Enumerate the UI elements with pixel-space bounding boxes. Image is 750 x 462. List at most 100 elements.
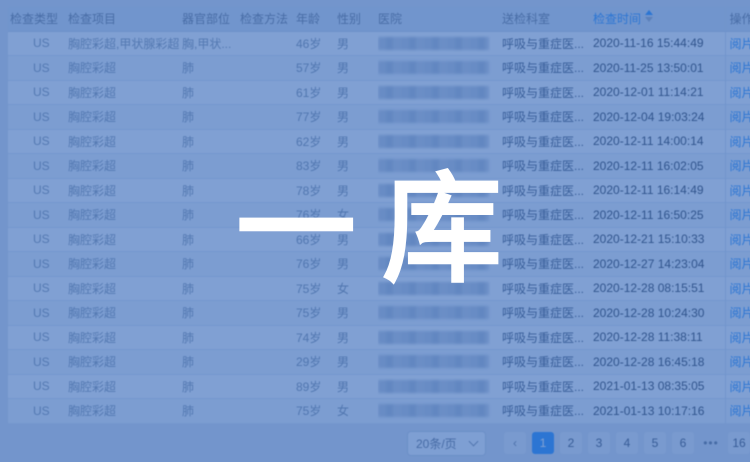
- cell-age: 78岁: [296, 178, 337, 203]
- cell-age: 66岁: [296, 227, 337, 252]
- cell-method: [240, 105, 296, 130]
- pager-page-1[interactable]: 1: [532, 432, 554, 454]
- cell-age: 74岁: [296, 325, 337, 350]
- table-header-row: 检查类型 检查项目 器官部位 检查方法 年龄 性别 医院 送检科室 检查时间 操…: [8, 7, 750, 31]
- view-image-link[interactable]: 阅片: [730, 86, 750, 100]
- table-row[interactable]: US胸腔彩超肺75岁女呼吸与重症医...2020-12-28 08:15:51阅…: [8, 276, 750, 301]
- cell-gender: 男: [337, 301, 378, 326]
- pager-page-16[interactable]: 16: [728, 432, 750, 454]
- cell-method: [240, 227, 296, 252]
- cell-type: US: [8, 252, 68, 277]
- cell-time: 2020-12-11 14:00:14: [593, 129, 725, 154]
- pager-pages: 123456 ••• 16: [532, 432, 750, 454]
- cell-time: 2020-12-28 11:38:11: [593, 325, 725, 350]
- pagination-bar: 20条/页 ‹ 123456 ••• 16: [8, 426, 750, 460]
- cell-hospital: [378, 31, 502, 56]
- table-row[interactable]: US胸腔彩超肺61岁男呼吸与重症医...2020-12-01 11:14:21阅…: [8, 80, 750, 105]
- view-image-link[interactable]: 阅片: [730, 159, 750, 173]
- table-row[interactable]: US胸腔彩超肺75岁女呼吸与重症医...2021-01-13 10:17:16阅…: [8, 399, 750, 424]
- view-image-link[interactable]: 阅片: [730, 380, 750, 394]
- cell-method: [240, 252, 296, 277]
- table-row[interactable]: US胸腔彩超肺75岁男呼吸与重症医...2020-12-28 10:24:30阅…: [8, 301, 750, 326]
- table-row[interactable]: US胸腔彩超肺77岁男呼吸与重症医...2020-12-04 19:03:24阅…: [8, 105, 750, 130]
- cell-type: US: [8, 276, 68, 301]
- pager-page-2[interactable]: 2: [560, 432, 582, 454]
- table-body: US胸腔彩超,甲状腺彩超胸,甲状...46岁男呼吸与重症医...2020-11-…: [8, 31, 750, 423]
- cell-gender: 男: [337, 252, 378, 277]
- table-row[interactable]: US胸腔彩超肺89岁男呼吸与重症医...2021-01-13 08:35:05阅…: [8, 374, 750, 399]
- pager-ellipsis[interactable]: •••: [700, 432, 722, 454]
- table-row[interactable]: US胸腔彩超肺76岁男呼吸与重症医...2020-12-27 14:23:04阅…: [8, 252, 750, 277]
- page-size-select[interactable]: 20条/页: [407, 431, 486, 456]
- view-image-link[interactable]: 阅片: [730, 208, 750, 222]
- cell-age: 29岁: [296, 350, 337, 375]
- view-image-link[interactable]: 阅片: [730, 184, 750, 198]
- cell-hospital: [378, 252, 502, 277]
- view-image-link[interactable]: 阅片: [730, 61, 750, 75]
- redacted-hospital-name: [378, 184, 489, 197]
- pager-prev-button[interactable]: ‹: [504, 432, 526, 454]
- view-image-link[interactable]: 阅片: [730, 355, 750, 369]
- cell-method: [240, 374, 296, 399]
- cell-gender: 男: [337, 178, 378, 203]
- table-row[interactable]: US胸腔彩超肺74岁男呼吸与重症医...2020-12-28 11:38:11阅…: [8, 325, 750, 350]
- cell-action: 阅片: [725, 227, 750, 252]
- table-row[interactable]: US胸腔彩超肺57岁男呼吸与重症医...2020-11-25 13:50:01阅…: [8, 56, 750, 81]
- column-header-exam-time[interactable]: 检查时间: [593, 7, 725, 31]
- sort-asc-icon[interactable]: [645, 10, 653, 15]
- table-row[interactable]: US胸腔彩超,甲状腺彩超胸,甲状...46岁男呼吸与重症医...2020-11-…: [8, 31, 750, 56]
- cell-item: 胸腔彩超: [68, 301, 182, 326]
- cell-hospital: [378, 301, 502, 326]
- cell-hospital: [378, 178, 502, 203]
- cell-hospital: [378, 276, 502, 301]
- view-image-link[interactable]: 阅片: [730, 37, 750, 51]
- pager-page-4[interactable]: 4: [616, 432, 638, 454]
- cell-type: US: [8, 56, 68, 81]
- view-image-link[interactable]: 阅片: [730, 404, 750, 418]
- column-header-actions: 操作: [725, 7, 750, 31]
- view-image-link[interactable]: 阅片: [730, 233, 750, 247]
- redacted-hospital-name: [378, 380, 489, 393]
- sort-desc-icon[interactable]: [645, 17, 653, 22]
- cell-action: 阅片: [725, 129, 750, 154]
- view-image-link[interactable]: 阅片: [730, 257, 750, 271]
- table-row[interactable]: US胸腔彩超肺76岁女呼吸与重症医...2020-12-11 16:50:25阅…: [8, 203, 750, 228]
- view-image-link[interactable]: 阅片: [730, 331, 750, 345]
- redacted-hospital-name: [378, 355, 489, 368]
- cell-action: 阅片: [725, 325, 750, 350]
- table-row[interactable]: US胸腔彩超肺66岁男呼吸与重症医...2020-12-21 15:10:33阅…: [8, 227, 750, 252]
- table-row[interactable]: US胸腔彩超肺83岁男呼吸与重症医...2020-12-11 16:02:05阅…: [8, 154, 750, 179]
- table-row[interactable]: US胸腔彩超肺78岁男呼吸与重症医...2020-12-11 16:14:49阅…: [8, 178, 750, 203]
- cell-age: 75岁: [296, 399, 337, 424]
- view-image-link[interactable]: 阅片: [730, 135, 750, 149]
- cell-age: 57岁: [296, 56, 337, 81]
- table-row[interactable]: US胸腔彩超肺62岁男呼吸与重症医...2020-12-11 14:00:14阅…: [8, 129, 750, 154]
- redacted-hospital-name: [378, 61, 489, 74]
- view-image-link[interactable]: 阅片: [730, 282, 750, 296]
- cell-method: [240, 276, 296, 301]
- cell-hospital: [378, 399, 502, 424]
- view-image-link[interactable]: 阅片: [730, 306, 750, 320]
- view-image-link[interactable]: 阅片: [730, 110, 750, 124]
- pager-page-5[interactable]: 5: [644, 432, 666, 454]
- pager-page-6[interactable]: 6: [672, 432, 694, 454]
- pager-page-3[interactable]: 3: [588, 432, 610, 454]
- cell-dept: 呼吸与重症医...: [502, 154, 593, 179]
- cell-time: 2020-12-21 15:10:33: [593, 227, 725, 252]
- cell-method: [240, 56, 296, 81]
- cell-dept: 呼吸与重症医...: [502, 374, 593, 399]
- redacted-hospital-name: [378, 233, 489, 246]
- column-header-exam-type: 检查类型: [8, 7, 68, 31]
- cell-dept: 呼吸与重症医...: [502, 350, 593, 375]
- cell-method: [240, 80, 296, 105]
- cell-hospital: [378, 203, 502, 228]
- cell-item: 胸腔彩超: [68, 203, 182, 228]
- exam-time-label: 检查时间: [593, 12, 641, 26]
- cell-dept: 呼吸与重症医...: [502, 301, 593, 326]
- sort-carets-icon[interactable]: [645, 10, 653, 22]
- table-row[interactable]: US胸腔彩超肺29岁男呼吸与重症医...2020-12-28 16:45:18阅…: [8, 350, 750, 375]
- cell-hospital: [378, 374, 502, 399]
- cell-time: 2020-12-11 16:50:25: [593, 203, 725, 228]
- cell-item: 胸腔彩超: [68, 129, 182, 154]
- cell-time: 2020-12-11 16:02:05: [593, 154, 725, 179]
